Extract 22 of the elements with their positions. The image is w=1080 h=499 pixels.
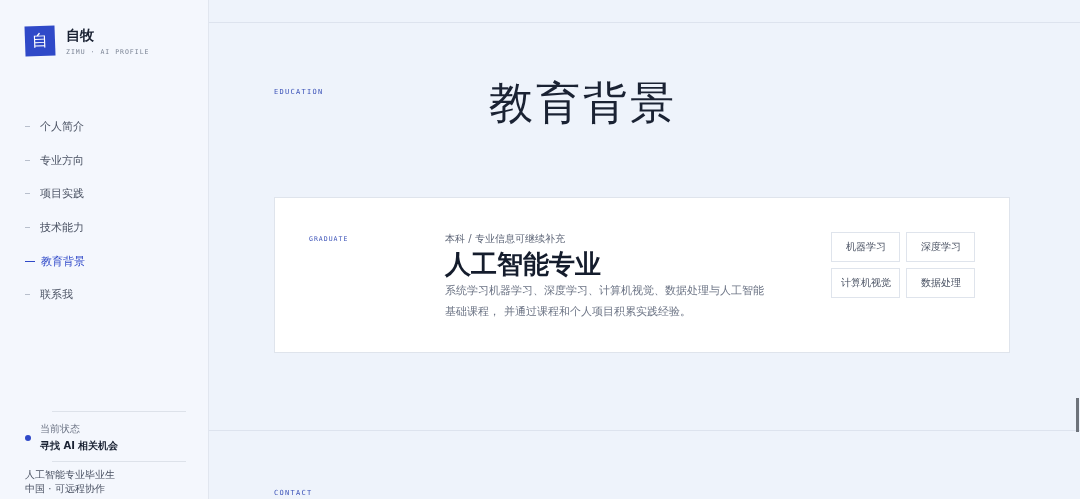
status-label: 当前状态 — [40, 422, 81, 436]
footer-text: 人工智能专业毕业生 — [25, 468, 116, 482]
footer-text: 中国 · 可远程协作 — [25, 482, 106, 496]
section-title: 教育背景 — [489, 76, 677, 130]
skill-tag: 计算机视觉 — [831, 268, 900, 298]
brand-name: 自牧 — [66, 27, 95, 43]
nav-link[interactable]: 教育背景 — [25, 244, 85, 278]
major-title: 人工智能专业 — [445, 248, 602, 280]
skill-tag: 数据处理 — [906, 268, 975, 298]
scrollbar-thumb[interactable] — [1076, 398, 1079, 432]
skill-tag: 深度学习 — [906, 232, 975, 262]
nav-link[interactable]: 项目实践 — [25, 177, 84, 211]
skill-tag: 机器学习 — [831, 232, 900, 262]
status-value: 寻找 AI 相关机会 — [40, 439, 119, 453]
logo-badge: 自 — [24, 25, 56, 57]
status-dot — [25, 434, 31, 441]
nav-link[interactable]: 专业方向 — [25, 143, 84, 178]
degree-breadcrumb: 本科 / 专业信息可继续补充 — [445, 232, 566, 246]
nav-link[interactable]: 联系我 — [25, 277, 73, 312]
major-description: 系统学习机器学习、深度学习、计算机视觉、数据处理与人工智能基础课程， 并通过课程和个人项目积累实践经验。 — [445, 282, 765, 320]
nav-link[interactable]: 技术能力 — [25, 210, 84, 245]
nav-link[interactable]: 个人简介 — [25, 110, 84, 144]
